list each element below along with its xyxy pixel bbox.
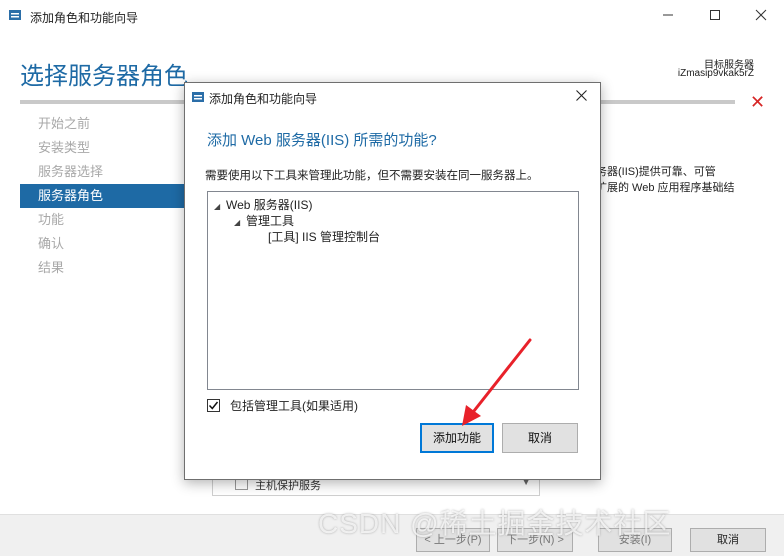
window-title: 添加角色和功能向导: [30, 11, 139, 25]
target-server-name: iZmasip9vkak5rZ: [677, 68, 754, 79]
nav-item-results[interactable]: 结果: [20, 256, 185, 280]
tree-item-iis-console[interactable]: [工具] IIS 管理控制台: [268, 228, 380, 245]
page-title: 选择服务器角色: [20, 63, 188, 90]
nav-item-server-selection[interactable]: 服务器选择: [20, 160, 185, 184]
role-description: 务器(IIS)提供可靠、可管 扩展的 Web 应用程序基础结: [596, 166, 735, 194]
nav-item-installation-type[interactable]: 安装类型: [20, 136, 185, 160]
dialog-title: 添加角色和功能向导: [209, 92, 318, 106]
include-tools-checkbox[interactable]: [207, 399, 220, 412]
window-titlebar: 添加角色和功能向导: [0, 0, 784, 32]
include-tools-option[interactable]: 包括管理工具(如果适用): [207, 397, 358, 414]
minimize-button[interactable]: [645, 0, 691, 30]
dialog-heading: 添加 Web 服务器(IIS) 所需的功能?: [207, 132, 437, 149]
maximize-button[interactable]: [692, 0, 738, 30]
add-features-dialog: 添加角色和功能向导 添加 Web 服务器(IIS) 所需的功能? 需要使用以下工…: [184, 82, 601, 480]
wizard-nav: 开始之前 安装类型 服务器选择 服务器角色 功能 确认 结果: [20, 112, 185, 280]
expanded-triangle-icon[interactable]: ◢: [214, 202, 226, 211]
close-icon: [575, 90, 587, 101]
tree-item-web-server[interactable]: ◢ Web 服务器(IIS): [214, 196, 312, 213]
nav-item-before-you-begin[interactable]: 开始之前: [20, 112, 185, 136]
close-icon: [755, 9, 767, 21]
wizard-cancel-button[interactable]: 取消: [690, 528, 766, 552]
watermark: CSDN @稀土掘金技术社区: [318, 508, 672, 539]
dialog-cancel-button[interactable]: 取消: [502, 423, 578, 453]
dialog-titlebar: 添加角色和功能向导: [185, 83, 600, 111]
close-button[interactable]: [738, 0, 784, 30]
minimize-icon: [663, 14, 673, 16]
nav-item-server-roles[interactable]: 服务器角色: [20, 184, 185, 208]
add-features-button[interactable]: 添加功能: [420, 423, 494, 453]
checkmark-icon: [208, 401, 219, 410]
dialog-close-button[interactable]: [570, 87, 592, 107]
dialog-description: 需要使用以下工具来管理此功能，但不需要安装在同一服务器上。: [205, 170, 539, 182]
server-manager-icon: [192, 92, 204, 102]
tree-item-management-tools[interactable]: ◢ 管理工具: [234, 212, 294, 229]
features-tree[interactable]: ◢ Web 服务器(IIS) ◢ 管理工具 [工具] IIS 管理控制台: [207, 191, 579, 390]
error-x-icon: ✕: [750, 92, 766, 112]
include-tools-label: 包括管理工具(如果适用): [230, 399, 358, 413]
server-manager-icon: [9, 10, 21, 20]
maximize-icon: [710, 10, 720, 20]
nav-item-confirmation[interactable]: 确认: [20, 232, 185, 256]
nav-item-features[interactable]: 功能: [20, 208, 185, 232]
expanded-triangle-icon[interactable]: ◢: [234, 218, 246, 227]
